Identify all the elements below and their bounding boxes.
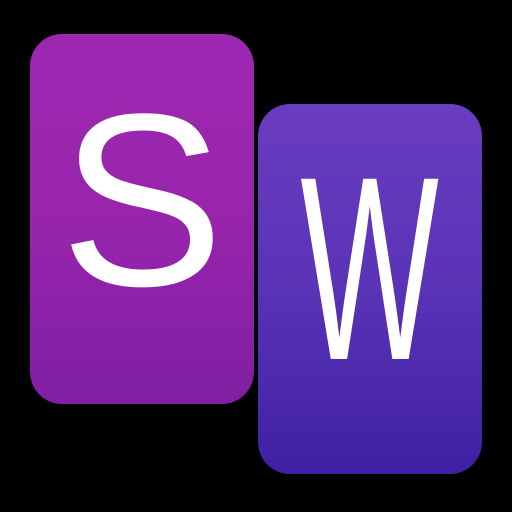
logo-tile-w: W xyxy=(258,104,482,474)
logo-letter-s: S xyxy=(59,63,225,338)
logo-letter-w: W xyxy=(300,122,440,415)
app-icon: S W xyxy=(0,0,512,512)
logo-tile-s: S xyxy=(30,34,254,404)
